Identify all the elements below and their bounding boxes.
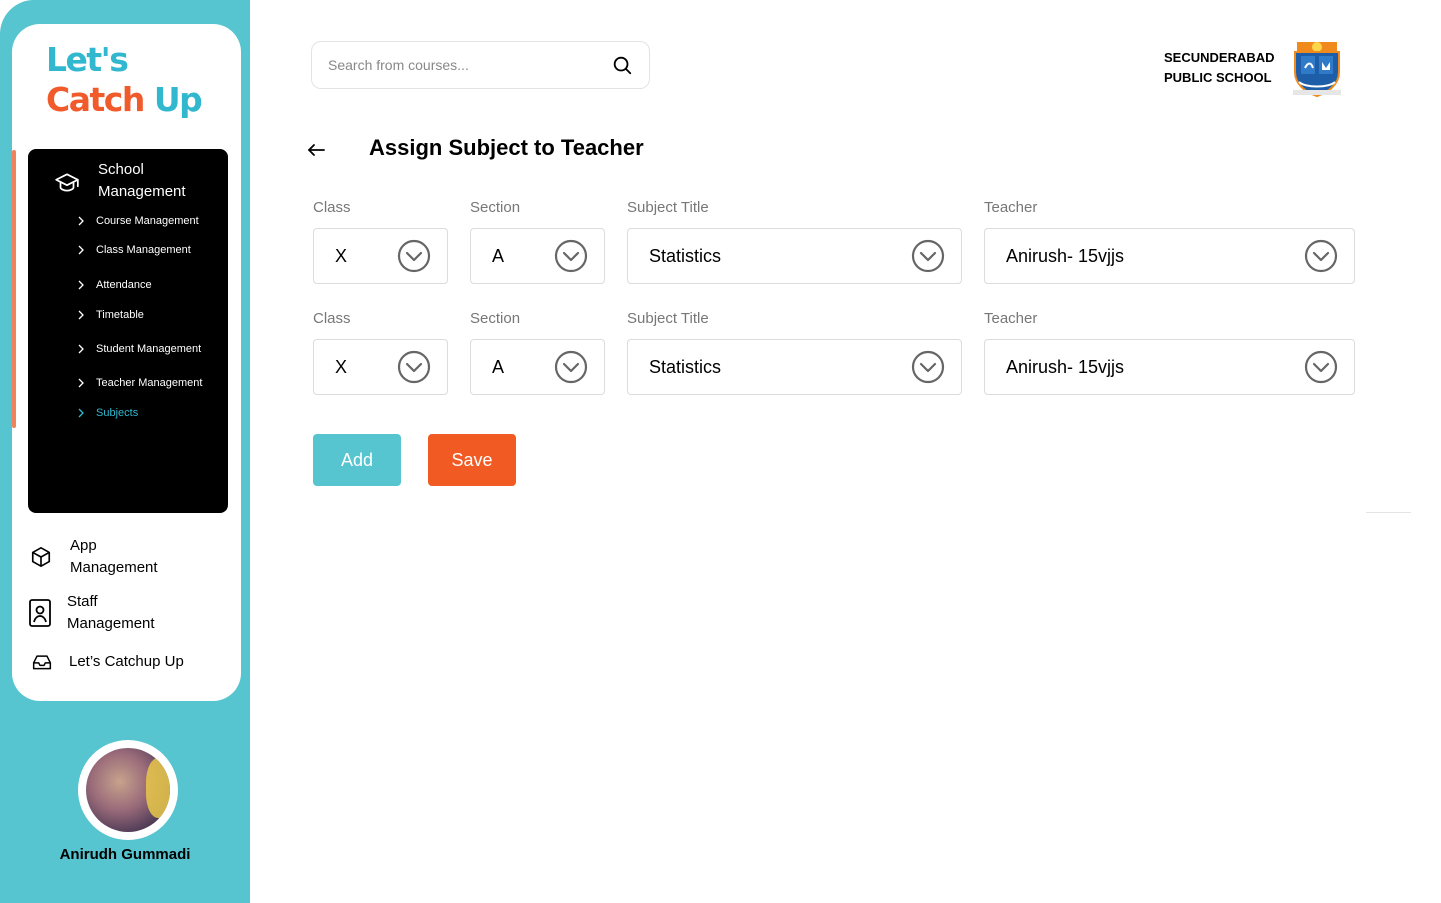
cube-icon: [31, 547, 51, 567]
chevron-down-circle-icon: [911, 350, 945, 384]
sidebar-link-app-management[interactable]: App Management: [30, 535, 180, 579]
subject-title-select[interactable]: Statistics: [627, 339, 962, 395]
chevron-down-circle-icon: [554, 239, 588, 273]
chevron-right-icon: [78, 310, 84, 320]
menu-item-class-management[interactable]: Class Management: [76, 244, 191, 256]
sidebar-card: Let's Catch Up School Management Course …: [12, 24, 241, 701]
page-title: Assign Subject to Teacher: [369, 135, 644, 160]
menu-item-attendance[interactable]: Attendance: [76, 279, 152, 291]
school-management-title: School Management: [98, 161, 186, 200]
avatar-image: [86, 748, 170, 832]
school-crest-logo: [1293, 42, 1341, 98]
school-name: SECUNDERABAD PUBLIC SCHOOL: [1164, 50, 1275, 85]
sidebar: Let's Catch Up School Management Course …: [0, 0, 250, 903]
teacher-select[interactable]: Anirush- 15vjjs: [984, 339, 1355, 395]
chevron-down-circle-icon: [911, 239, 945, 273]
sidebar-link-lets-catchup-up[interactable]: Let’s Catchup Up: [32, 651, 184, 673]
chevron-down-circle-icon: [397, 239, 431, 273]
search-icon[interactable]: [611, 54, 633, 76]
menu-item-course-management[interactable]: Course Management: [76, 215, 199, 227]
chevron-down-circle-icon: [554, 350, 588, 384]
chevron-right-icon: [78, 408, 84, 418]
add-button[interactable]: Add: [313, 434, 401, 486]
graduation-cap-icon: [55, 173, 79, 192]
divider: [1366, 512, 1411, 513]
chevron-down-circle-icon: [397, 350, 431, 384]
user-name: Anirudh Gummadi: [59, 846, 191, 863]
class-label: Class: [313, 199, 351, 216]
user-avatar[interactable]: [78, 740, 178, 840]
app-logo[interactable]: Let's Catch Up: [46, 40, 203, 120]
school-management-header[interactable]: School Management: [54, 159, 208, 203]
section-label: Section: [470, 310, 521, 327]
menu-item-teacher-management[interactable]: Teacher Management: [76, 377, 202, 389]
class-label: Class: [313, 310, 351, 327]
search-input[interactable]: [328, 57, 588, 73]
inbox-icon: [32, 655, 52, 670]
chevron-right-icon: [78, 280, 84, 290]
teacher-label: Teacher: [984, 310, 1038, 327]
chevron-right-icon: [78, 245, 84, 255]
chevron-down-circle-icon: [1304, 350, 1338, 384]
chevron-down-circle-icon: [1304, 239, 1338, 273]
chevron-right-icon: [78, 216, 84, 226]
school-management-panel: School Management Course Management Clas…: [28, 149, 228, 513]
teacher-label: Teacher: [984, 199, 1038, 216]
menu-item-student-management[interactable]: Student Management: [76, 343, 201, 355]
subject-title-select[interactable]: Statistics: [627, 228, 962, 284]
class-select[interactable]: X: [313, 339, 448, 395]
search-bar[interactable]: [311, 41, 650, 89]
sidebar-link-staff-management[interactable]: Staff Management: [28, 591, 177, 635]
teacher-select[interactable]: Anirush- 15vjjs: [984, 228, 1355, 284]
menu-item-subjects[interactable]: Subjects: [76, 407, 138, 419]
section-select[interactable]: A: [470, 339, 605, 395]
section-label: Section: [470, 199, 521, 216]
id-card-icon: [29, 599, 51, 627]
class-select[interactable]: X: [313, 228, 448, 284]
chevron-right-icon: [78, 344, 84, 354]
subject-title-label: Subject Title: [627, 310, 709, 327]
active-section-indicator: [12, 150, 16, 428]
section-select[interactable]: A: [470, 228, 605, 284]
subject-title-label: Subject Title: [627, 199, 709, 216]
menu-item-timetable[interactable]: Timetable: [76, 309, 144, 321]
save-button[interactable]: Save: [428, 434, 516, 486]
chevron-right-icon: [78, 378, 84, 388]
back-arrow-icon[interactable]: [305, 140, 327, 160]
